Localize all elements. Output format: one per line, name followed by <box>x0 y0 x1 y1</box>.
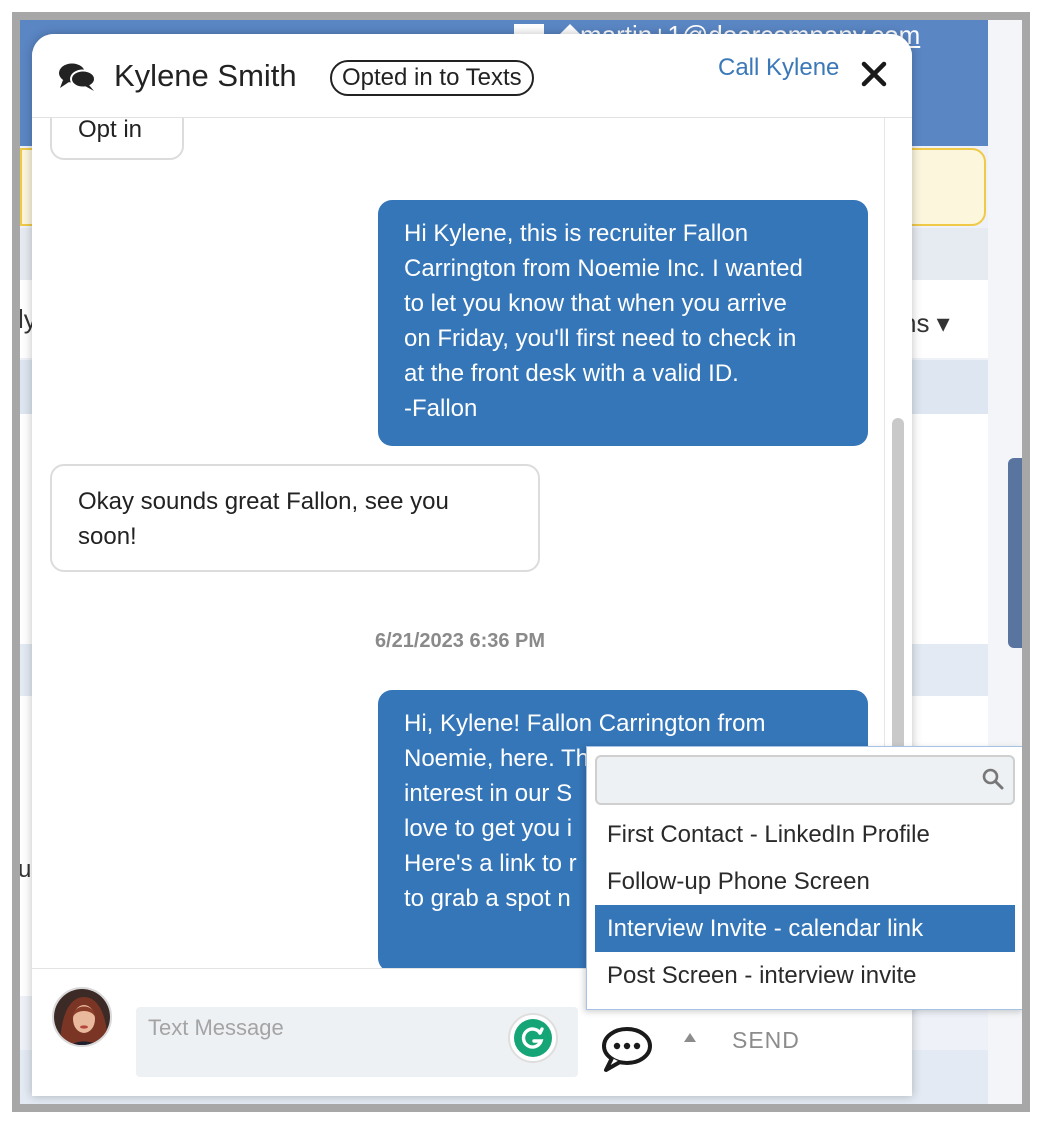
avatar <box>52 987 112 1047</box>
message-line: on Friday, you'll first need to check in <box>404 325 797 352</box>
template-option-selected[interactable]: Interview Invite - calendar link <box>595 905 1015 952</box>
incoming-message: Okay sounds great Fallon, see you soon! <box>50 464 540 572</box>
message-line: Okay sounds great Fallon, see you <box>78 488 449 515</box>
message-line: Hi Kylene, this is recruiter Fallon <box>404 220 749 247</box>
template-option[interactable]: Post Screen - interview invite <box>595 952 1015 999</box>
grammarly-g-glyph <box>521 1027 544 1049</box>
template-toggle-caret-icon[interactable] <box>684 1033 696 1042</box>
template-dropdown: First Contact - LinkedIn Profile Follow-… <box>586 746 1022 1010</box>
template-option[interactable]: Follow-up Phone Screen <box>595 858 1015 905</box>
message-line: Hi, Kylene! Fallon Carrington from <box>404 710 766 737</box>
background-scroll-handle[interactable] <box>1008 458 1022 648</box>
template-search-input[interactable] <box>595 755 1015 805</box>
opt-in-status-badge: Opted in to Texts <box>330 60 534 96</box>
message-line: at the front desk with a valid ID. <box>404 360 739 387</box>
user-avatar-image <box>54 989 110 1045</box>
grammarly-badge <box>514 1019 552 1057</box>
message-scrollbar-thumb[interactable] <box>892 418 904 758</box>
message-line: soon! <box>78 523 137 550</box>
message-line: to let you know that when you arrive <box>404 290 787 317</box>
outgoing-message: Hi Kylene, this is recruiter Fallon Carr… <box>378 200 868 446</box>
chat-bubbles-icon <box>59 63 96 91</box>
message-timestamp: 6/21/2023 6:36 PM <box>374 630 546 652</box>
screenshot-frame: martin+1@dearcompany.com ly ns ▾ ua Kyle… <box>12 12 1030 1112</box>
speech-bubble-ellipsis-icon[interactable] <box>600 1025 654 1073</box>
message-line: Opt in <box>78 118 143 143</box>
close-icon[interactable] <box>860 60 888 88</box>
template-list: First Contact - LinkedIn Profile Follow-… <box>587 811 1022 999</box>
message-line: -Fallon <box>404 395 478 422</box>
call-contact-link[interactable]: Call Kylene <box>718 54 839 82</box>
template-option[interactable]: First Contact - LinkedIn Profile <box>595 811 1015 858</box>
contact-name: Kylene Smith <box>114 58 297 93</box>
search-icon <box>982 768 1004 790</box>
chat-header: Kylene Smith Opted in to Texts Call Kyle… <box>32 34 912 118</box>
send-button[interactable]: SEND <box>732 1027 800 1054</box>
message-line: Carrington from Noemie Inc. I wanted <box>404 255 803 282</box>
incoming-message: Opt in <box>50 118 184 160</box>
grammarly-icon[interactable] <box>508 1013 558 1063</box>
